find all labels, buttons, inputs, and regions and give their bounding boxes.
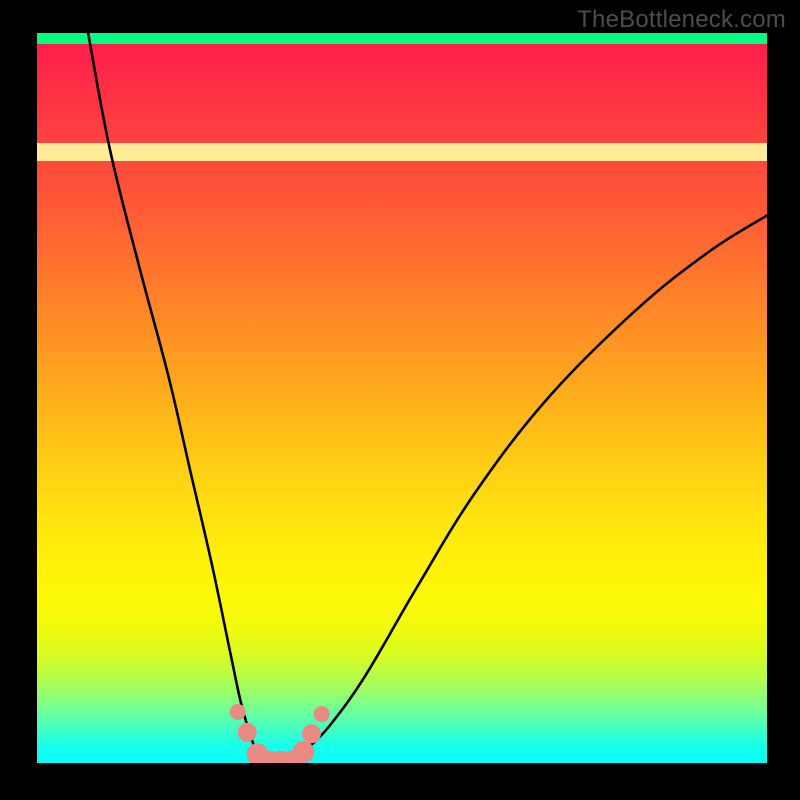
plot-area: [37, 33, 767, 763]
watermark-text: TheBottleneck.com: [577, 6, 786, 34]
curve-marker: [314, 706, 330, 722]
curve-marker: [293, 741, 315, 763]
curve-markers: [230, 704, 330, 763]
curve-marker: [230, 704, 246, 720]
chart-svg: [37, 33, 767, 763]
curve-marker: [238, 723, 257, 742]
bottleneck-curve: [88, 33, 767, 763]
curve-marker: [302, 724, 321, 743]
chart-frame: TheBottleneck.com: [0, 0, 800, 800]
